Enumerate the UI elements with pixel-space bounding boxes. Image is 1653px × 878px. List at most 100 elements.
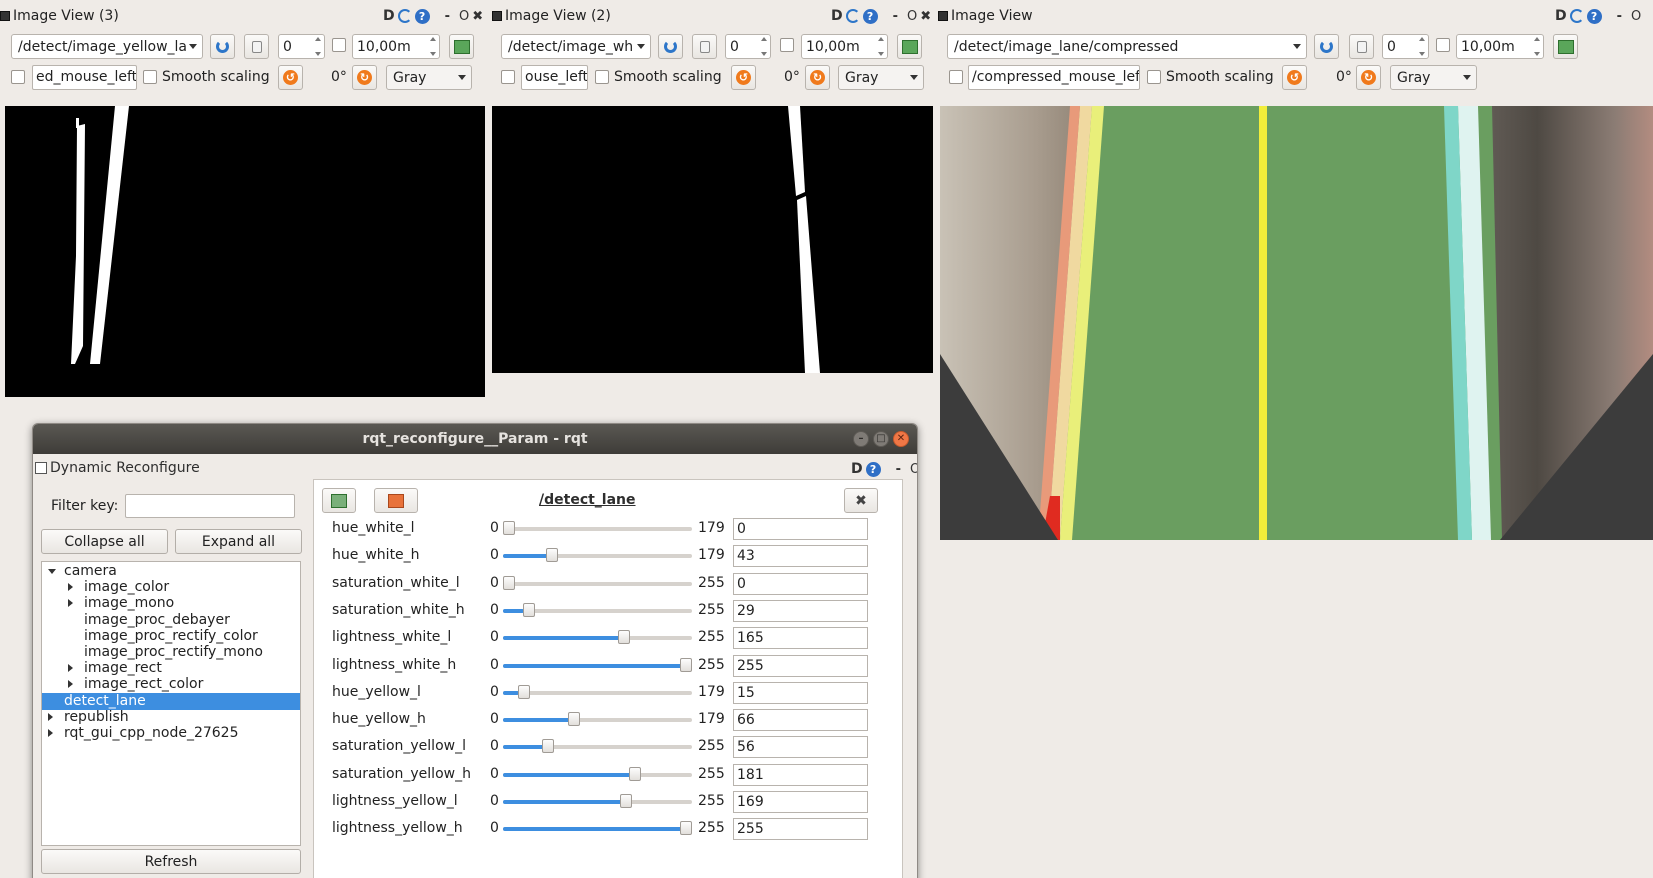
spin-arrows[interactable]	[428, 37, 437, 56]
num-gridlines-spinbox[interactable]: 0	[1382, 34, 1429, 59]
publish-click-checkbox[interactable]	[780, 38, 794, 52]
collapse-arrow-icon[interactable]	[68, 664, 73, 673]
mouse-publish-checkbox[interactable]	[949, 70, 963, 84]
tree-item[interactable]: image_rect	[42, 660, 300, 677]
close-node-button[interactable]: ✖	[844, 488, 878, 513]
param-value-input[interactable]: 66	[733, 709, 868, 732]
tree-item[interactable]: image_color	[42, 579, 300, 596]
color-scheme-combo[interactable]: Gray	[838, 65, 924, 90]
param-slider[interactable]	[503, 630, 692, 645]
slider-handle[interactable]	[617, 630, 630, 645]
mouse-topic-input[interactable]: ed_mouse_left	[32, 65, 137, 90]
mouse-publish-checkbox[interactable]	[11, 70, 25, 84]
float-icon[interactable]: O	[459, 9, 469, 24]
topic-combo[interactable]: /detect/image_lane/compressed	[947, 34, 1307, 59]
tree-item[interactable]: image_proc_debayer	[42, 612, 300, 629]
num-gridlines-spinbox[interactable]: 0	[278, 34, 325, 59]
param-value-input[interactable]: 0	[733, 572, 868, 595]
max-range-spinbox[interactable]: 10,00m	[352, 34, 440, 59]
minimize-icon[interactable]: -	[896, 462, 901, 477]
save-image-button[interactable]	[897, 34, 922, 59]
collapse-arrow-icon[interactable]	[48, 712, 53, 721]
tree-item[interactable]: image_mono	[42, 595, 300, 612]
param-value-input[interactable]: 255	[733, 818, 868, 841]
float-icon[interactable]: O	[1631, 9, 1641, 24]
param-value-input[interactable]: 29	[733, 599, 868, 622]
float-icon[interactable]: O	[907, 9, 917, 24]
tree-item[interactable]: image_proc_rectify_color	[42, 628, 300, 645]
color-scheme-combo[interactable]: Gray	[386, 65, 472, 90]
param-slider[interactable]	[503, 548, 692, 563]
minimize-window-button[interactable]: –	[853, 431, 869, 447]
mouse-topic-input[interactable]: /compressed_mouse_left	[968, 65, 1140, 90]
image-display[interactable]	[5, 106, 485, 397]
spin-arrows[interactable]	[313, 37, 322, 56]
spin-arrows[interactable]	[1532, 37, 1541, 56]
help-icon[interactable]: ?	[865, 461, 881, 477]
help-icon[interactable]: ?	[1586, 8, 1602, 24]
rotate-left-button[interactable]: ↺	[1282, 65, 1307, 90]
topic-combo[interactable]: /detect/image_yellow_la	[11, 34, 203, 59]
close-icon[interactable]: ✖	[920, 9, 931, 24]
param-value-input[interactable]: 181	[733, 763, 868, 786]
collapse-arrow-icon[interactable]	[48, 729, 53, 737]
param-slider[interactable]	[503, 766, 692, 781]
reload-plugin-icon[interactable]	[845, 9, 860, 23]
slider-handle[interactable]	[523, 602, 536, 617]
slider-handle[interactable]	[517, 684, 530, 699]
reload-plugin-icon[interactable]	[397, 9, 412, 23]
spin-arrows[interactable]	[1417, 37, 1426, 56]
collapse-arrow-icon[interactable]	[68, 680, 73, 689]
mouse-publish-checkbox[interactable]	[501, 70, 515, 84]
mouse-topic-input[interactable]: ouse_left	[521, 65, 588, 90]
dock-d-icon[interactable]: D	[851, 461, 863, 477]
param-value-input[interactable]: 15	[733, 681, 868, 704]
refresh-topics-button[interactable]	[658, 34, 683, 59]
minimize-icon[interactable]: -	[893, 9, 898, 24]
save-image-button[interactable]	[449, 34, 474, 59]
slider-handle[interactable]	[568, 712, 581, 727]
slider-handle[interactable]	[628, 766, 641, 781]
slider-handle[interactable]	[620, 794, 633, 808]
refresh-button[interactable]: Refresh	[41, 849, 301, 874]
minimize-icon[interactable]: -	[445, 9, 450, 24]
minimize-icon[interactable]: -	[1617, 9, 1622, 24]
rotate-left-button[interactable]: ↺	[731, 65, 756, 90]
tree-item[interactable]: rqt_gui_cpp_node_27625	[42, 725, 300, 742]
spin-arrows[interactable]	[876, 37, 885, 56]
zoom-button[interactable]	[692, 34, 717, 59]
window-titlebar[interactable]: rqt_reconfigure__Param - rqt – □ ✕	[33, 424, 917, 454]
param-slider[interactable]	[503, 657, 692, 672]
param-value-input[interactable]: 0	[733, 518, 868, 540]
help-icon[interactable]: ?	[414, 8, 430, 24]
dock-d-icon[interactable]: D	[831, 8, 843, 24]
save-params-button[interactable]	[374, 488, 418, 513]
tree-item[interactable]: republish	[42, 709, 300, 726]
tree-item[interactable]: detect_lane	[42, 692, 300, 710]
node-tree[interactable]: camera image_color image_mono image_proc_de…	[41, 561, 301, 846]
publish-click-checkbox[interactable]	[1436, 38, 1450, 52]
dock-d-icon[interactable]: D	[1555, 8, 1567, 24]
param-value-input[interactable]: 43	[733, 545, 868, 568]
smooth-scaling-checkbox[interactable]	[143, 70, 157, 84]
reload-plugin-icon[interactable]	[1569, 9, 1584, 23]
tree-item[interactable]: image_proc_rectify_mono	[42, 644, 300, 661]
zoom-button[interactable]	[244, 34, 269, 59]
color-scheme-combo[interactable]: Gray	[1390, 65, 1477, 90]
param-value-input[interactable]: 56	[733, 736, 868, 759]
dock-d-icon[interactable]: D	[383, 8, 395, 24]
spin-arrows[interactable]	[759, 37, 768, 56]
rotate-left-button[interactable]: ↺	[278, 65, 303, 90]
close-window-button[interactable]: ✕	[893, 431, 909, 447]
param-slider[interactable]	[503, 521, 692, 535]
help-icon[interactable]: ?	[862, 8, 878, 24]
slider-handle[interactable]	[680, 657, 692, 672]
param-value-input[interactable]: 165	[733, 627, 868, 650]
max-range-spinbox[interactable]: 10,00m	[1456, 34, 1544, 59]
slider-handle[interactable]	[503, 521, 515, 535]
smooth-scaling-checkbox[interactable]	[595, 70, 609, 84]
param-slider[interactable]	[503, 575, 692, 590]
topic-combo[interactable]: /detect/image_wh	[501, 34, 651, 59]
image-display[interactable]	[492, 106, 933, 373]
expand-arrow-icon[interactable]	[48, 569, 56, 574]
